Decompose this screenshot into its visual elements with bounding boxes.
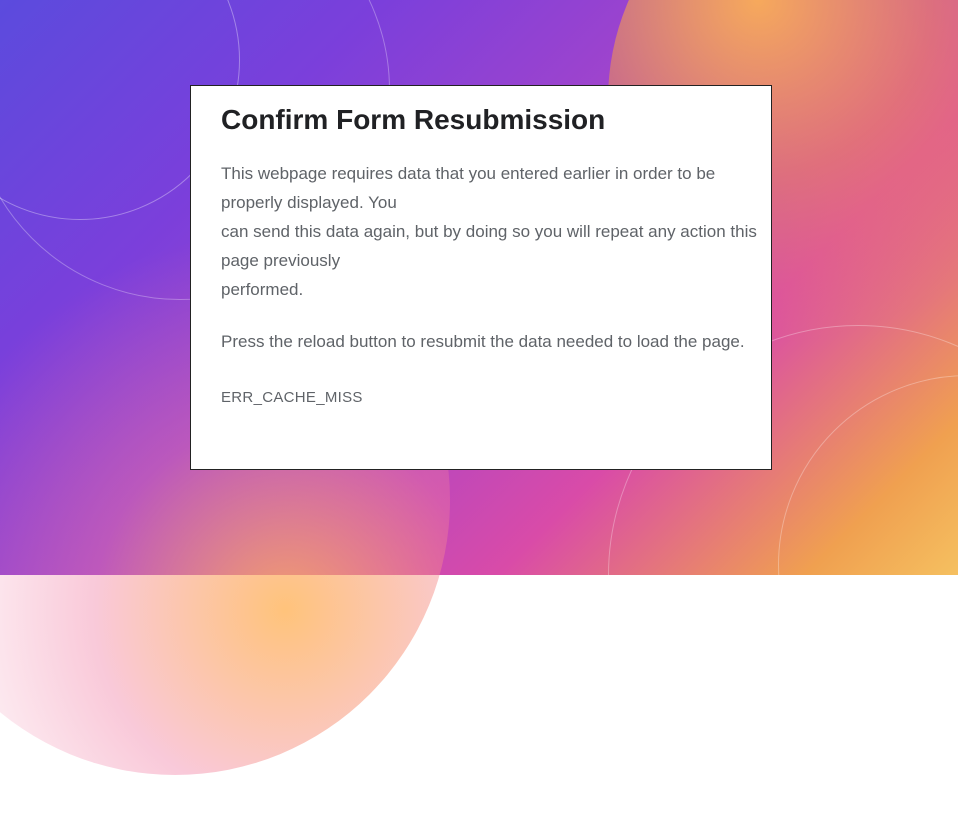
error-message: This webpage requires data that you ente… (221, 160, 771, 304)
error-instruction: Press the reload button to resubmit the … (221, 328, 771, 357)
error-code: ERR_CACHE_MISS (221, 389, 771, 406)
error-title: Confirm Form Resubmission (221, 104, 771, 136)
error-panel: Confirm Form Resubmission This webpage r… (190, 85, 772, 470)
